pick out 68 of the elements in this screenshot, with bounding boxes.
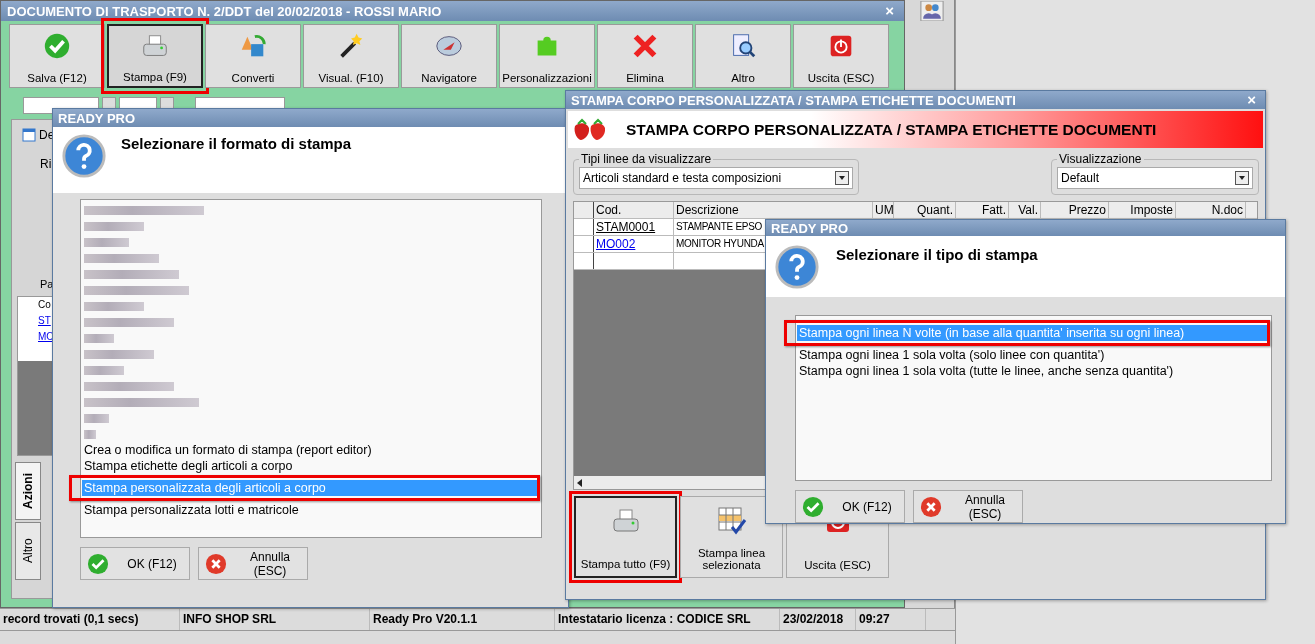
cancel-button[interactable]: Annulla (ESC) bbox=[913, 490, 1023, 523]
blurred-text bbox=[84, 333, 114, 343]
dialog-title: READY PRO bbox=[58, 110, 136, 126]
status-text: INFO SHOP SRL bbox=[180, 609, 370, 630]
list-item[interactable]: Stampa ogni linea 1 sola volta (tutte le linee, anche senza quantita') bbox=[797, 363, 1270, 379]
code-link[interactable]: ST bbox=[38, 313, 51, 329]
list-item[interactable]: Stampa etichette degli articoli a corpo bbox=[82, 458, 540, 474]
toolbar-button[interactable]: Uscita (ESC) bbox=[793, 24, 889, 88]
code-link[interactable]: STAM0001 bbox=[594, 219, 674, 235]
toolbar-button[interactable]: Salva (F12) bbox=[9, 24, 105, 88]
banner: STAMPA CORPO PERSONALIZZATA / STAMPA ETICHETTE DOCUMENTI bbox=[568, 111, 1263, 148]
side-tab[interactable]: Azioni bbox=[15, 462, 41, 520]
side-tab[interactable]: Altro bbox=[15, 522, 41, 580]
window-title: STAMPA CORPO PERSONALIZZATA / STAMPA ETICHETTE DOCUMENTI bbox=[571, 92, 1016, 108]
check-icon bbox=[42, 31, 72, 61]
column-header: Imposte bbox=[1109, 202, 1176, 218]
status-text: 09:27 bbox=[856, 609, 926, 630]
status-text: Intestatario licenza : CODICE SRL bbox=[555, 609, 780, 630]
column-header: Quant. bbox=[894, 202, 956, 218]
question-icon bbox=[61, 133, 107, 179]
column-header: Descrizione bbox=[674, 202, 873, 218]
blurred-text bbox=[84, 413, 109, 423]
cross-icon bbox=[205, 552, 227, 575]
toolbar-button[interactable]: Personalizzazioni bbox=[499, 24, 595, 88]
column-header: Prezzo bbox=[1041, 202, 1109, 218]
dialog-title: READY PRO bbox=[771, 220, 849, 236]
group-label: Tipi linee da visualizzare bbox=[580, 152, 713, 166]
list-item[interactable]: Stampa ogni linea 1 sola volta (solo linee con quantita') bbox=[797, 347, 1270, 363]
column-header: Co bbox=[38, 298, 51, 312]
toolbar-button[interactable]: Elimina bbox=[597, 24, 693, 88]
ok-button[interactable]: OK (F12) bbox=[80, 547, 190, 580]
status-text: Ready Pro V20.1.1 bbox=[370, 609, 555, 630]
calendar-icon bbox=[22, 128, 36, 142]
line-type-dropdown[interactable]: Articoli standard e testa composizioni bbox=[579, 167, 853, 189]
column-header: N.doc bbox=[1176, 202, 1246, 218]
view-dropdown[interactable]: Default bbox=[1057, 167, 1253, 189]
check-icon bbox=[87, 552, 109, 575]
table-check-icon bbox=[715, 505, 748, 537]
column-header: Cod. bbox=[594, 202, 674, 218]
toolbar-button[interactable]: Visual. (F10) bbox=[303, 24, 399, 88]
toolbar-button[interactable]: Converti bbox=[205, 24, 301, 88]
ok-button[interactable]: OK (F12) bbox=[795, 490, 905, 523]
code-link[interactable]: MO002 bbox=[594, 236, 674, 252]
blurred-text bbox=[84, 349, 154, 359]
blurred-text bbox=[84, 365, 124, 375]
blurred-text bbox=[84, 301, 144, 311]
column-header: Fatt. bbox=[956, 202, 1009, 218]
cross-icon bbox=[920, 495, 942, 518]
dialog-heading: Selezionare il formato di stampa bbox=[121, 135, 352, 152]
list-item[interactable]: Stampa personalizzata lotti e matricole bbox=[82, 502, 540, 518]
toolbar-button[interactable]: Navigatore bbox=[401, 24, 497, 88]
group-label: Visualizzazione bbox=[1058, 152, 1143, 166]
list-item[interactable]: Crea o modifica un formato di stampa (report editor) bbox=[82, 442, 540, 458]
status-text: record trovati (0,1 secs) bbox=[0, 609, 180, 630]
blurred-text bbox=[84, 237, 129, 247]
blurred-text bbox=[84, 429, 96, 439]
cancel-button[interactable]: Annulla (ESC) bbox=[198, 547, 308, 580]
toolbar-button[interactable]: Altro bbox=[695, 24, 791, 88]
blurred-text bbox=[84, 221, 144, 231]
column-header: UM bbox=[873, 202, 894, 218]
status-text: 23/02/2018 bbox=[780, 609, 856, 630]
question-icon bbox=[774, 244, 820, 291]
group-label: Ri bbox=[40, 157, 52, 171]
users-icon[interactable] bbox=[919, 1, 945, 21]
action-button[interactable]: Stampa linea selezionata bbox=[680, 496, 783, 578]
check-icon bbox=[802, 495, 824, 518]
column-header: Val. bbox=[1009, 202, 1041, 218]
window-title: DOCUMENTO DI TRASPORTO N. 2/DDT del 20/02/2018 - ROSSI MARIO bbox=[7, 3, 442, 19]
